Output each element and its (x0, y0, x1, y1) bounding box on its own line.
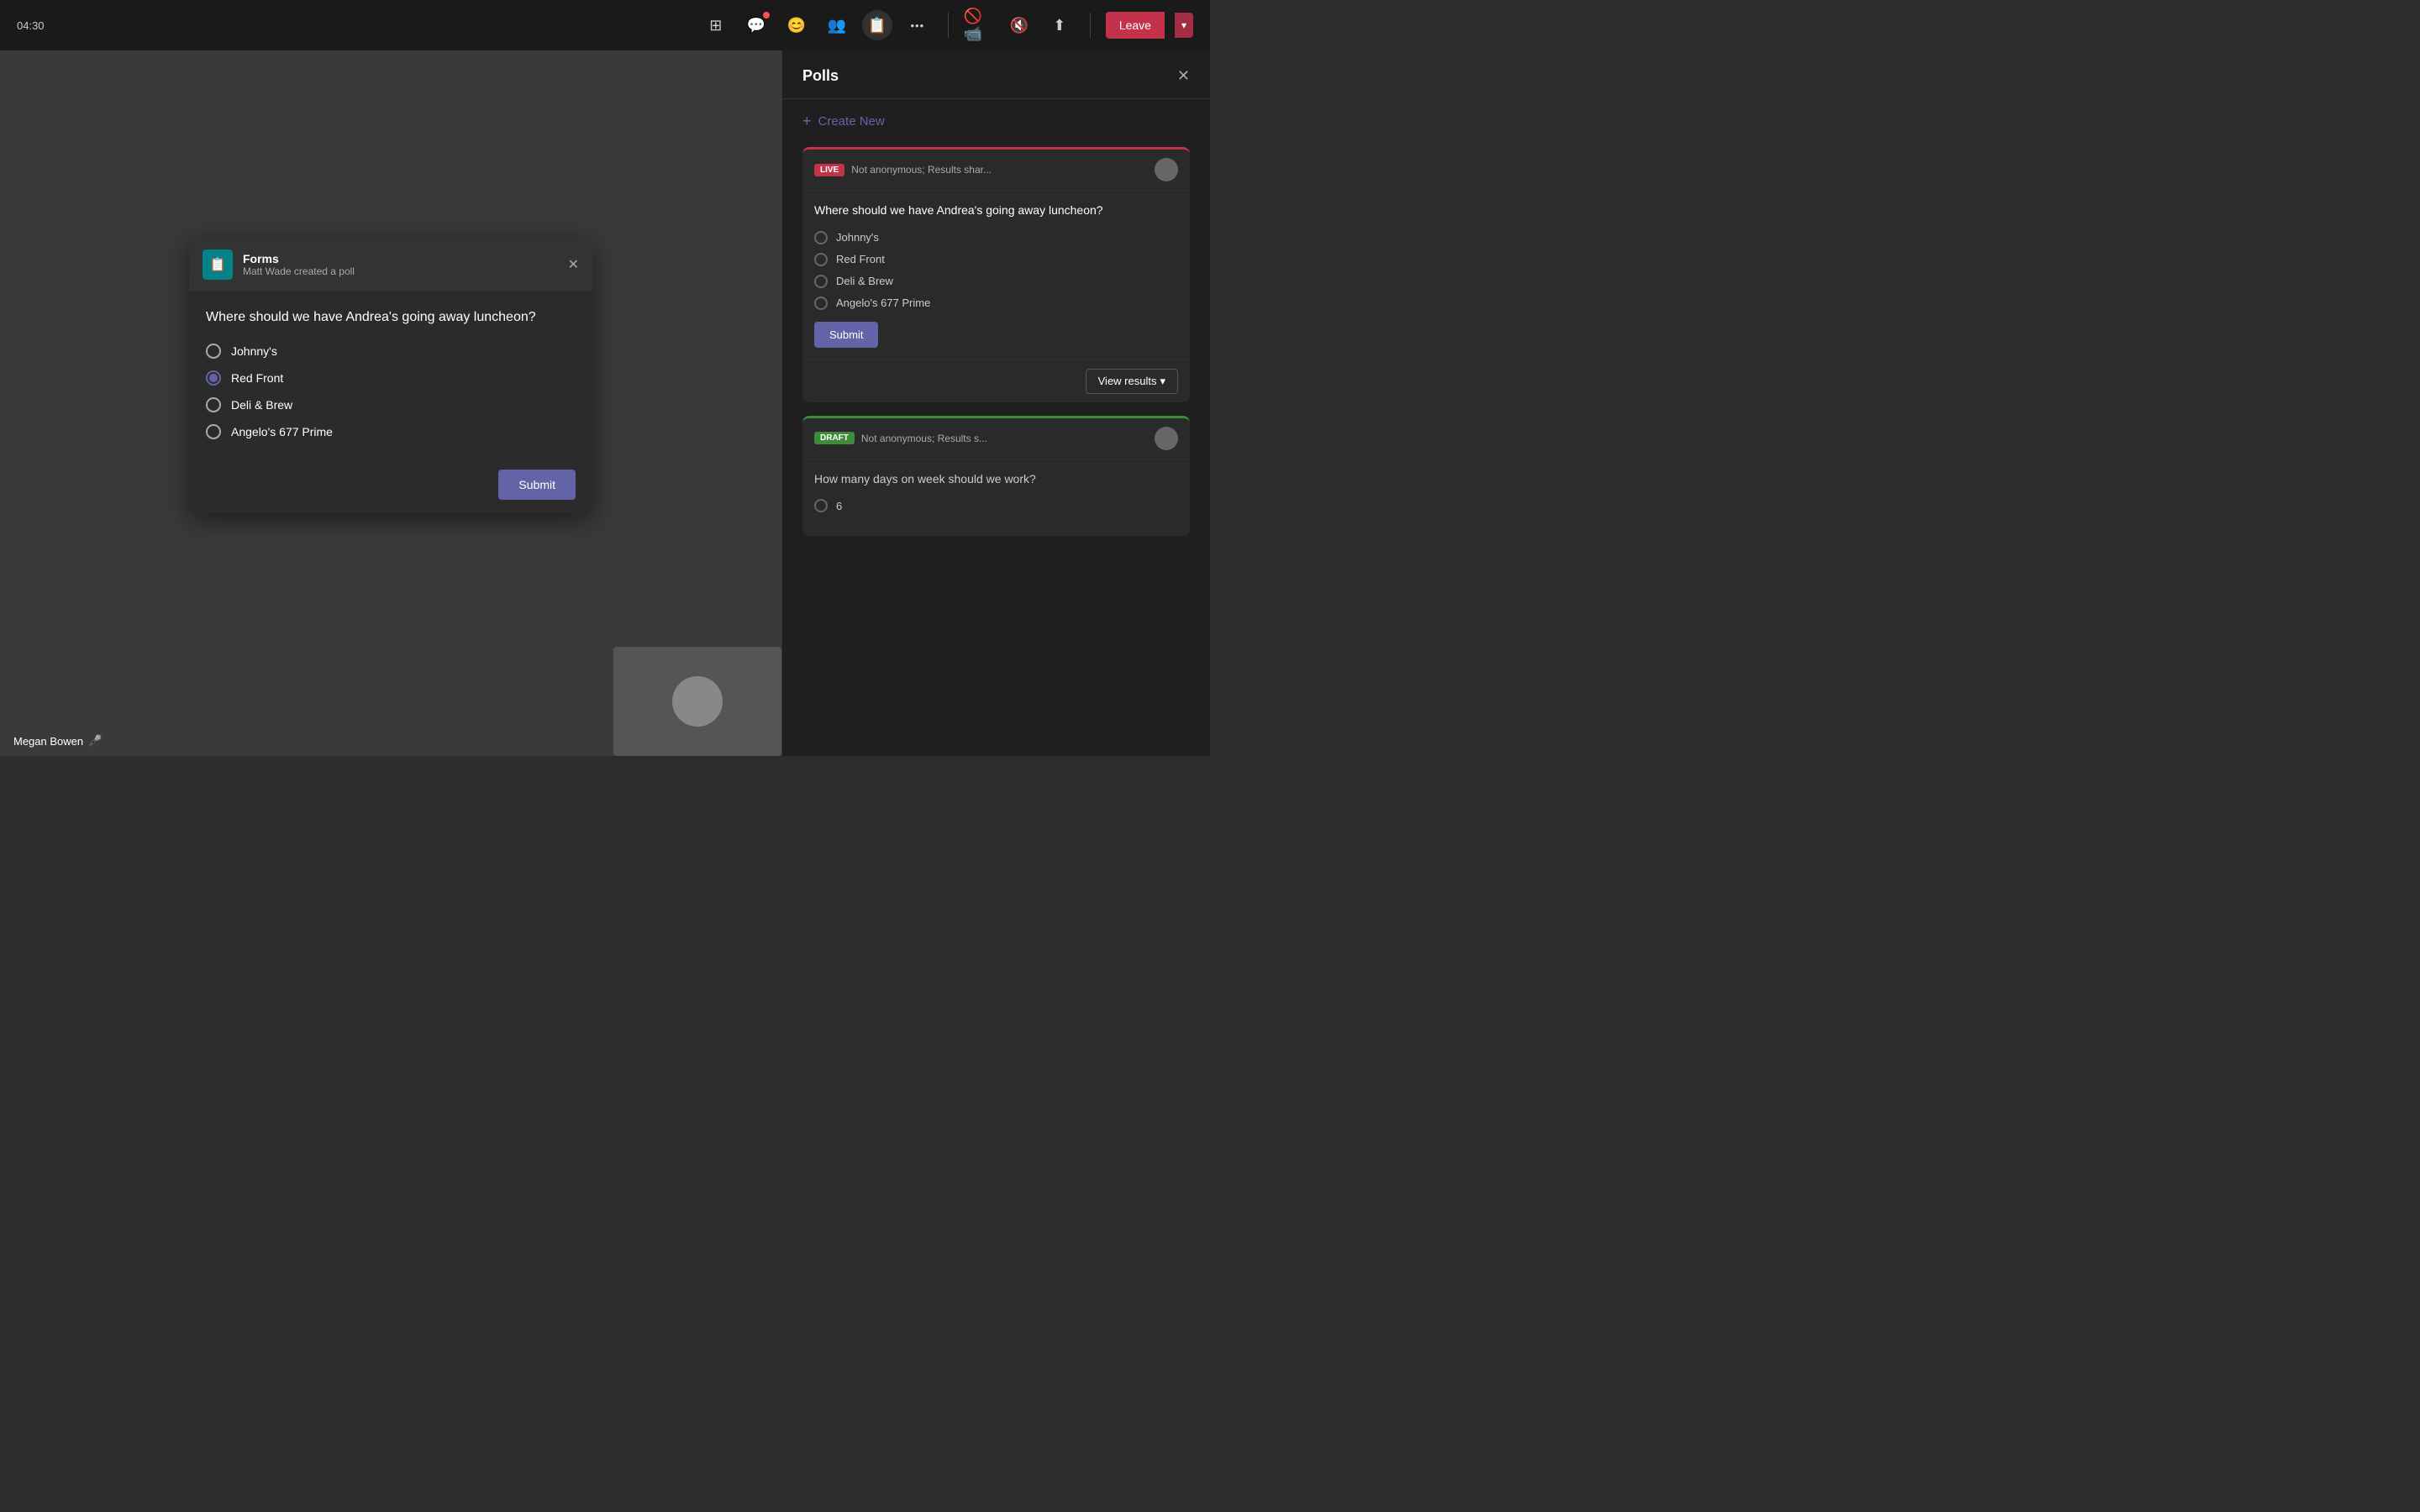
poll-author-avatar (1155, 158, 1178, 181)
poll-popup-body: Where should we have Andrea's going away… (189, 291, 592, 456)
radio-inner-redfront (209, 374, 218, 382)
forms-app-icon: 📋 (203, 249, 233, 280)
panel-option-label-angelo: Angelo's 677 Prime (836, 297, 930, 309)
draft-panel-radio-6[interactable] (814, 499, 828, 512)
draft-poll-card: DRAFT Not anonymous; Results s... How ma… (802, 416, 1190, 537)
draft-panel-option-6[interactable]: 6 (814, 499, 1178, 512)
popup-submit-row: Submit (189, 456, 592, 513)
apps-icon[interactable]: ⊞ (701, 10, 731, 40)
view-results-label: View results (1098, 375, 1157, 387)
panel-close-icon[interactable]: ✕ (1177, 67, 1190, 85)
radio-johnnys[interactable] (206, 344, 221, 359)
forms-label: Forms (243, 252, 558, 265)
popup-option-redfront[interactable]: Red Front (206, 370, 576, 386)
panel-option-johnnys[interactable]: Johnny's (814, 231, 1178, 244)
panel-option-redfront[interactable]: Red Front (814, 253, 1178, 266)
avatar (672, 676, 723, 727)
leave-button[interactable]: Leave (1106, 12, 1165, 39)
popup-option-johnnys[interactable]: Johnny's (206, 344, 576, 359)
reactions-icon[interactable]: 😊 (781, 10, 812, 40)
forms-active-icon[interactable]: 📋 (862, 10, 892, 40)
video-thumbnail (613, 647, 781, 756)
panel-submit-button[interactable]: Submit (814, 322, 878, 348)
panel-option-label-johnnys: Johnny's (836, 231, 879, 244)
live-poll-question: Where should we have Andrea's going away… (814, 202, 1178, 219)
poll-popup: 📋 Forms Matt Wade created a poll ✕ Where… (189, 238, 592, 513)
main-content-area: 📋 Forms Matt Wade created a poll ✕ Where… (0, 50, 781, 756)
video-avatar (613, 647, 781, 756)
draft-poll-question: How many days on week should we work? (814, 471, 1178, 488)
plus-icon: + (802, 113, 812, 130)
live-poll-meta: Not anonymous; Results shar... (851, 164, 1148, 176)
popup-option-label-redfront: Red Front (231, 371, 283, 385)
popup-option-angelo[interactable]: Angelo's 677 Prime (206, 424, 576, 439)
leave-chevron-button[interactable]: ▾ (1175, 13, 1193, 38)
popup-poll-options: Johnny's Red Front Deli & Brew Angelo's … (206, 344, 576, 439)
draft-poll-body: How many days on week should we work? 6 (802, 459, 1190, 537)
polls-panel: Polls ✕ + Create New LIVE Not anonymous;… (781, 50, 1210, 756)
live-badge: LIVE (814, 164, 844, 176)
popup-option-label-johnnys: Johnny's (231, 344, 277, 358)
user-name: Megan Bowen (13, 735, 83, 748)
close-icon[interactable]: ✕ (568, 256, 579, 273)
popup-option-label-angelo: Angelo's 677 Prime (231, 425, 333, 438)
panel-radio-angelo[interactable] (814, 297, 828, 310)
view-results-button[interactable]: View results ▾ (1086, 369, 1178, 394)
panel-option-angelo[interactable]: Angelo's 677 Prime (814, 297, 1178, 310)
create-new-button[interactable]: + Create New (802, 113, 1190, 130)
divider2 (1090, 13, 1091, 38)
poll-created-subtitle: Matt Wade created a poll (243, 265, 558, 277)
live-poll-options: Johnny's Red Front Deli & Brew Angelo's … (814, 231, 1178, 310)
create-new-label: Create New (818, 114, 885, 129)
top-bar: 04:30 ⊞ 💬 😊 👥 📋 ••• 🚫📹 🔇 ⬆ Leave ▾ (0, 0, 1210, 50)
live-poll-body: Where should we have Andrea's going away… (802, 191, 1190, 360)
draft-poll-author-avatar (1155, 427, 1178, 450)
top-bar-controls: ⊞ 💬 😊 👥 📋 ••• 🚫📹 🔇 ⬆ Leave ▾ (701, 10, 1193, 40)
panel-header: Polls ✕ (782, 50, 1210, 99)
live-poll-card-header: LIVE Not anonymous; Results shar... (802, 150, 1190, 191)
draft-poll-meta: Not anonymous; Results s... (861, 433, 1148, 444)
mic-indicator-icon: 🎤 (88, 734, 102, 748)
radio-angelo[interactable] (206, 424, 221, 439)
more-options-icon[interactable]: ••• (902, 10, 933, 40)
panel-radio-johnnys[interactable] (814, 231, 828, 244)
view-results-row: View results ▾ (802, 360, 1190, 402)
user-label: Megan Bowen 🎤 (13, 734, 102, 748)
chat-badge (763, 12, 770, 18)
popup-poll-question: Where should we have Andrea's going away… (206, 308, 576, 327)
video-off-icon[interactable]: 🚫📹 (964, 10, 994, 40)
mic-off-icon[interactable]: 🔇 (1004, 10, 1034, 40)
live-poll-card: LIVE Not anonymous; Results shar... Wher… (802, 147, 1190, 402)
panel-title: Polls (802, 67, 839, 85)
popup-option-delibrew[interactable]: Deli & Brew (206, 397, 576, 412)
divider (948, 13, 949, 38)
popup-option-label-delibrew: Deli & Brew (231, 398, 292, 412)
draft-poll-options: 6 (814, 499, 1178, 512)
radio-redfront[interactable] (206, 370, 221, 386)
chevron-down-icon: ▾ (1160, 375, 1165, 388)
chat-icon[interactable]: 💬 (741, 10, 771, 40)
panel-radio-redfront[interactable] (814, 253, 828, 266)
draft-badge: DRAFT (814, 432, 855, 444)
panel-content: + Create New LIVE Not anonymous; Results… (782, 99, 1210, 756)
radio-delibrew[interactable] (206, 397, 221, 412)
share-screen-icon[interactable]: ⬆ (1044, 10, 1075, 40)
panel-radio-delibrew[interactable] (814, 275, 828, 288)
poll-popup-header-text: Forms Matt Wade created a poll (243, 252, 558, 277)
people-icon[interactable]: 👥 (822, 10, 852, 40)
poll-popup-header: 📋 Forms Matt Wade created a poll ✕ (189, 238, 592, 291)
panel-option-label-redfront: Red Front (836, 253, 885, 265)
panel-option-delibrew[interactable]: Deli & Brew (814, 275, 1178, 288)
popup-submit-button[interactable]: Submit (498, 470, 576, 500)
draft-poll-card-header: DRAFT Not anonymous; Results s... (802, 418, 1190, 459)
panel-option-label-delibrew: Deli & Brew (836, 275, 893, 287)
meeting-timer: 04:30 (17, 19, 67, 32)
draft-panel-option-label-6: 6 (836, 500, 842, 512)
